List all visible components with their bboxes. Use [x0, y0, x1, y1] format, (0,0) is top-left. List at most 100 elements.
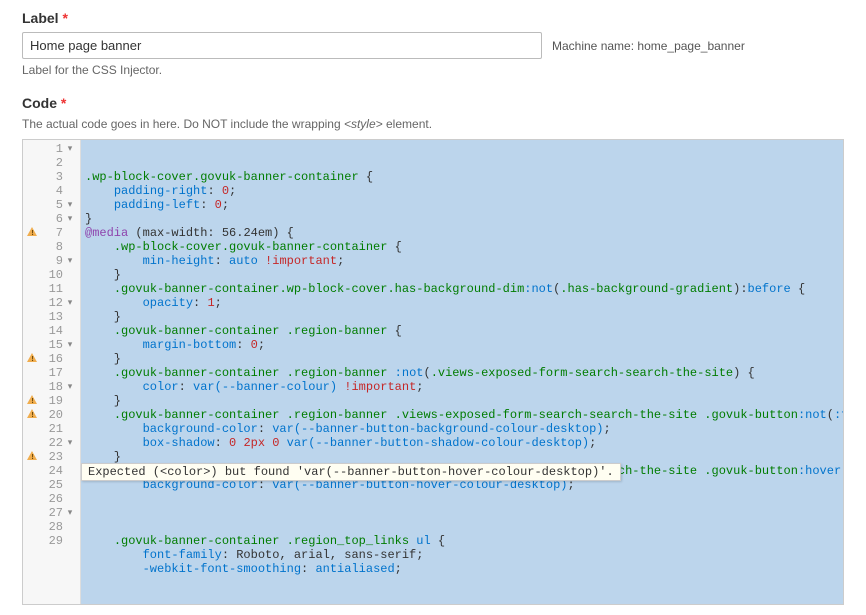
gutter-line: 4 — [23, 184, 80, 198]
code-line[interactable]: padding-left: 0; — [81, 198, 844, 212]
fold-marker-icon[interactable]: ▾ — [66, 338, 74, 352]
code-line[interactable]: padding-right: 0; — [81, 184, 844, 198]
code-line[interactable] — [81, 492, 844, 506]
label-input[interactable] — [22, 32, 542, 59]
code-line[interactable]: -webkit-font-smoothing: antialiased; — [81, 562, 844, 576]
line-number: 18 — [49, 380, 63, 394]
line-number: 7 — [56, 226, 63, 240]
code-line[interactable]: @media (max-width: 56.24em) { — [81, 226, 844, 240]
machine-name-display: Machine name: home_page_banner — [552, 39, 745, 53]
gutter-line: 14 — [23, 324, 80, 338]
code-line[interactable]: } — [81, 212, 844, 226]
line-number: 15 — [49, 338, 63, 352]
code-line[interactable]: } — [81, 310, 844, 324]
line-number: 23 — [49, 450, 63, 464]
gutter-line: 22▾ — [23, 436, 80, 450]
code-help-prefix: The actual code goes in here. Do NOT inc… — [22, 117, 344, 131]
warning-icon — [27, 451, 37, 460]
gutter-line: 3 — [23, 170, 80, 184]
gutter-line: 28 — [23, 520, 80, 534]
line-number: 4 — [56, 184, 63, 198]
fold-marker-icon[interactable]: ▾ — [66, 254, 74, 268]
line-number: 24 — [49, 464, 63, 478]
code-line[interactable]: .govuk-banner-container.wp-block-cover.h… — [81, 282, 844, 296]
code-line[interactable] — [81, 506, 844, 520]
gutter-line: 29 — [23, 534, 80, 548]
code-help-text: The actual code goes in here. Do NOT inc… — [22, 117, 844, 131]
fold-marker-icon[interactable]: ▾ — [66, 212, 74, 226]
code-line[interactable]: .wp-block-cover.govuk-banner-container { — [81, 240, 844, 254]
code-field-group: Code * The actual code goes in here. Do … — [22, 95, 844, 605]
warning-icon — [27, 395, 37, 404]
fold-marker-icon[interactable]: ▾ — [66, 142, 74, 156]
line-number: 19 — [49, 394, 63, 408]
code-line[interactable]: .govuk-banner-container .region-banner { — [81, 324, 844, 338]
lint-tooltip: Expected (<color>) but found 'var(--bann… — [81, 463, 621, 481]
machine-name-value: home_page_banner — [637, 39, 744, 53]
gutter-line: 10 — [23, 268, 80, 282]
code-line[interactable]: } — [81, 394, 844, 408]
code-help-suffix: element. — [383, 117, 432, 131]
line-number: 22 — [49, 436, 63, 450]
code-line[interactable]: min-height: auto !important; — [81, 254, 844, 268]
line-number: 12 — [49, 296, 63, 310]
gutter-line: 11 — [23, 282, 80, 296]
gutter-line: 8 — [23, 240, 80, 254]
editor-body[interactable]: .wp-block-cover.govuk-banner-container {… — [81, 140, 844, 604]
label-help-text: Label for the CSS Injector. — [22, 63, 844, 77]
code-line[interactable]: .govuk-banner-container .region-banner :… — [81, 366, 844, 380]
machine-name-label: Machine name: — [552, 39, 634, 53]
label-field-group: Label * Machine name: home_page_banner L… — [22, 10, 844, 77]
code-line[interactable]: box-shadow: 0 2px 0 var(--banner-button-… — [81, 436, 844, 450]
gutter-line: 18▾ — [23, 380, 80, 394]
warning-icon — [27, 353, 37, 362]
code-line[interactable]: .wp-block-cover.govuk-banner-container { — [81, 170, 844, 184]
code-line[interactable]: font-family: Roboto, arial, sans-serif; — [81, 548, 844, 562]
gutter-line: 23 — [23, 450, 80, 464]
code-line[interactable] — [81, 520, 844, 534]
gutter-line: 24 — [23, 464, 80, 478]
line-number: 16 — [49, 352, 63, 366]
line-number: 13 — [49, 310, 63, 324]
line-number: 20 — [49, 408, 63, 422]
gutter-line: 19 — [23, 394, 80, 408]
line-number: 9 — [56, 254, 63, 268]
line-number: 14 — [49, 324, 63, 338]
code-line[interactable]: color: var(--banner-colour) !important; — [81, 380, 844, 394]
code-line[interactable]: opacity: 1; — [81, 296, 844, 310]
line-number: 5 — [56, 198, 63, 212]
gutter-line: 7 — [23, 226, 80, 240]
code-line[interactable]: margin-bottom: 0; — [81, 338, 844, 352]
fold-marker-icon[interactable]: ▾ — [66, 296, 74, 310]
line-number: 1 — [56, 142, 63, 156]
code-line[interactable]: } — [81, 352, 844, 366]
required-marker: * — [61, 95, 66, 111]
line-number: 8 — [56, 240, 63, 254]
code-line[interactable]: .govuk-banner-container .region_top_link… — [81, 534, 844, 548]
code-editor[interactable]: 1▾2345▾6▾789▾101112▾131415▾161718▾192021… — [22, 139, 844, 605]
gutter-line: 21 — [23, 422, 80, 436]
code-line[interactable]: .govuk-banner-container .region-banner .… — [81, 408, 844, 422]
line-number: 25 — [49, 478, 63, 492]
code-field-label: Code * — [22, 95, 844, 111]
warning-icon — [27, 409, 37, 418]
code-line[interactable]: background-color: var(--banner-button-ba… — [81, 422, 844, 436]
fold-marker-icon[interactable]: ▾ — [66, 198, 74, 212]
code-line[interactable]: } — [81, 450, 844, 464]
fold-marker-icon[interactable]: ▾ — [66, 436, 74, 450]
line-number: 11 — [49, 282, 63, 296]
gutter-line: 20 — [23, 408, 80, 422]
gutter-line: 17 — [23, 366, 80, 380]
gutter-line: 25 — [23, 478, 80, 492]
fold-marker-icon[interactable]: ▾ — [66, 380, 74, 394]
label-text: Label — [22, 10, 59, 26]
code-line[interactable]: } — [81, 268, 844, 282]
gutter-line: 5▾ — [23, 198, 80, 212]
fold-marker-icon[interactable]: ▾ — [66, 506, 74, 520]
line-number: 3 — [56, 170, 63, 184]
gutter-line: 27▾ — [23, 506, 80, 520]
label-field-label: Label * — [22, 10, 844, 26]
line-number: 28 — [49, 520, 63, 534]
line-number: 26 — [49, 492, 63, 506]
gutter-line: 6▾ — [23, 212, 80, 226]
